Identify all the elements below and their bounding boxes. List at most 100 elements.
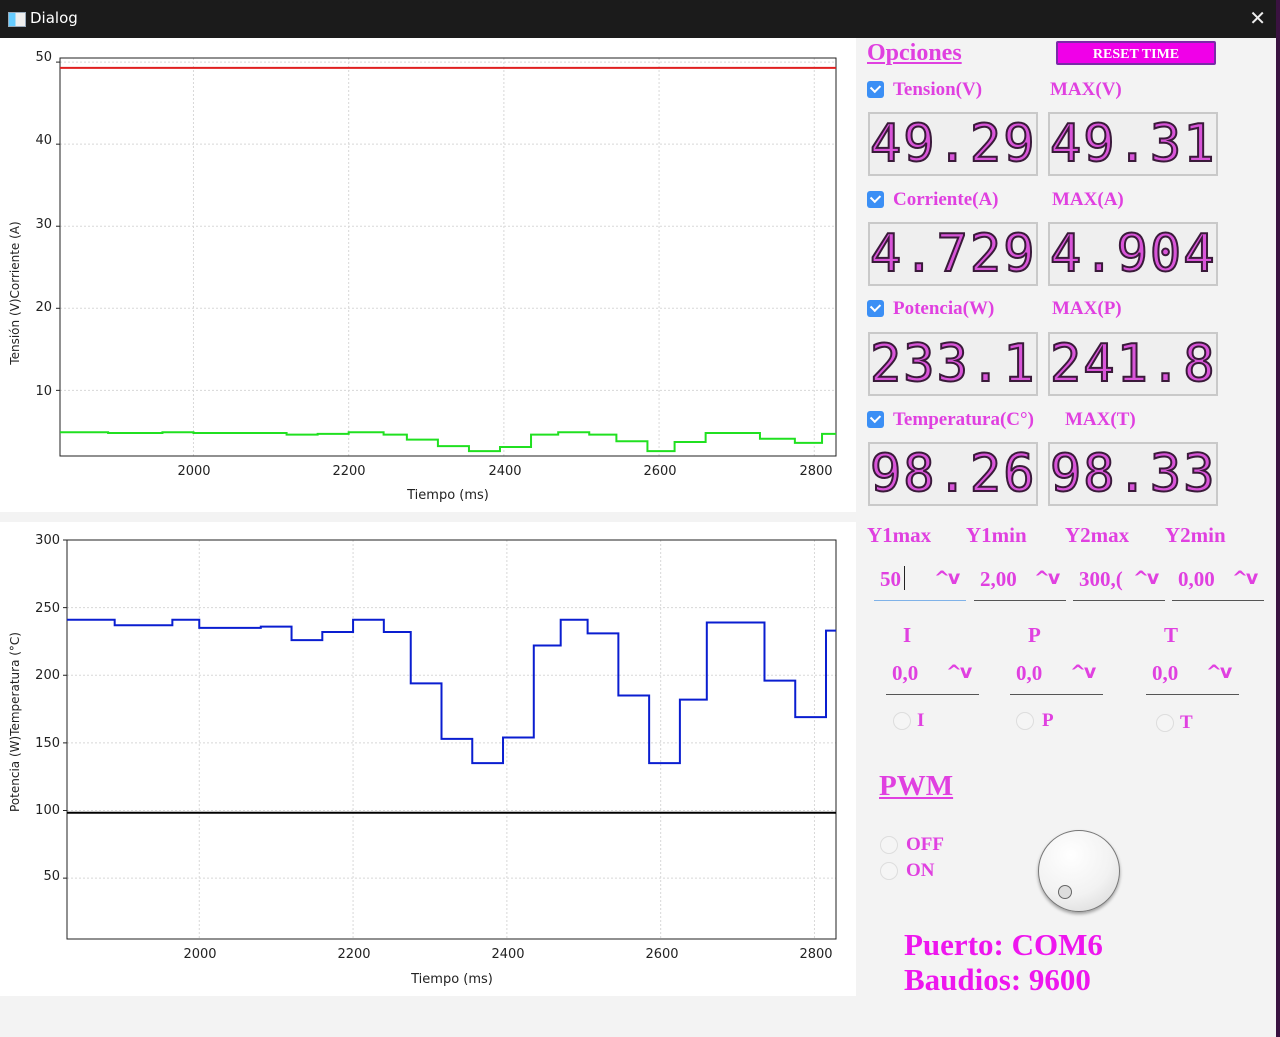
temperatura-checkbox[interactable] [867, 411, 884, 428]
y-axis-label: Tensión (V)Corriente (A) [8, 221, 22, 365]
x-tick-label: 2600 [645, 947, 678, 962]
potencia-checkbox[interactable] [867, 300, 884, 317]
corriente-label: Corriente(A) [893, 189, 999, 210]
y2max-label: Y2max [1065, 523, 1130, 547]
max-t-display: 98.33 [1048, 442, 1218, 506]
alarm-i-label: I [903, 623, 912, 647]
y-tick-label: 100 [35, 803, 60, 818]
close-icon[interactable]: ✕ [1249, 6, 1266, 30]
text-cursor [904, 566, 905, 590]
y1max-spinbox[interactable]: 50 ^v [874, 561, 966, 601]
alarm-i-radio[interactable] [893, 712, 911, 730]
x-axis-label: Tiempo (ms) [406, 488, 489, 503]
temperatura-display: 98.26 [868, 442, 1038, 506]
window-title: Dialog [30, 9, 78, 27]
max-t-label: MAX(T) [1065, 409, 1136, 430]
pwm-dial[interactable] [1038, 830, 1120, 912]
temperatura-label: Temperatura(C°) [893, 409, 1034, 430]
y1min-value[interactable]: 2,00 [980, 567, 1017, 592]
y2min-value[interactable]: 0,00 [1178, 567, 1215, 592]
y2max-value[interactable]: 300,( [1079, 567, 1123, 592]
pwm-header: PWM [879, 770, 954, 802]
spin-arrows-icon[interactable]: ^v [1232, 567, 1258, 589]
y-tick-label: 250 [35, 601, 60, 616]
power-temperature-chart: 300 250 200 150 100 50 2000 2200 2400 26… [0, 522, 856, 996]
tension-label: Tension(V) [893, 79, 983, 100]
title-bar: Dialog ✕ [0, 0, 1276, 38]
spin-arrows-icon[interactable]: ^v [1133, 567, 1159, 589]
y2min-label: Y2min [1165, 523, 1226, 547]
power-temperature-plot: 300 250 200 150 100 50 2000 2200 2400 26… [8, 533, 837, 987]
y-tick-label: 20 [35, 300, 52, 315]
max-v-label: MAX(V) [1050, 79, 1122, 100]
plot-frame [59, 57, 837, 457]
y-tick-label: 10 [35, 384, 52, 399]
corriente-checkbox[interactable] [867, 191, 884, 208]
port-text: Puerto: COM6 [904, 927, 1103, 962]
max-a-label: MAX(A) [1052, 189, 1124, 210]
y1min-spinbox[interactable]: 2,00 ^v [974, 561, 1066, 601]
max-p-display: 241.8 [1048, 332, 1218, 396]
alarm-t-radio[interactable] [1156, 714, 1174, 732]
background-edge [1276, 0, 1280, 1037]
x-tick-label: 2200 [332, 464, 365, 479]
spin-arrows-icon[interactable]: ^v [1070, 661, 1096, 683]
dial-indicator-icon [1058, 885, 1072, 899]
alarm-p-label: P [1028, 623, 1041, 647]
x-tick-label: 2400 [488, 464, 521, 479]
tension-display: 49.29 [868, 112, 1038, 176]
series-line [67, 618, 836, 765]
potencia-display: 233.1 [868, 332, 1038, 396]
y-tick-label: 40 [35, 133, 52, 148]
y1min-label: Y1min [966, 523, 1027, 547]
spin-arrows-icon[interactable]: ^v [1206, 661, 1232, 683]
potencia-label: Potencia(W) [893, 298, 995, 319]
y-tick-label: 30 [35, 217, 52, 232]
dialog-window: Dialog ✕ 50 40 30 20 10 2000 2200 2400 2… [0, 0, 1276, 1037]
alarm-t-spinbox[interactable]: 0,0 ^v [1146, 655, 1239, 695]
y2max-spinbox[interactable]: 300,( ^v [1073, 561, 1165, 601]
y1max-value[interactable]: 50 [880, 567, 901, 592]
spin-arrows-icon[interactable]: ^v [1034, 567, 1060, 589]
x-axis-label: Tiempo (ms) [410, 972, 493, 987]
alarm-i-spinbox[interactable]: 0,0 ^v [886, 655, 979, 695]
app-icon [8, 12, 26, 27]
max-p-label: MAX(P) [1052, 298, 1122, 319]
alarm-i-value[interactable]: 0,0 [892, 661, 918, 686]
voltage-current-plot: 50 40 30 20 10 2000 2200 2400 2600 2800 … [8, 50, 837, 503]
x-tick-label: 2000 [183, 947, 216, 962]
y-tick-label: 200 [35, 668, 60, 683]
options-header: Opciones [867, 40, 962, 66]
max-a-display: 4.904 [1048, 222, 1218, 286]
alarm-i-radio-label: I [917, 710, 925, 731]
baud-text: Baudios: 9600 [904, 962, 1091, 997]
y-tick-label: 150 [35, 736, 60, 751]
tension-checkbox[interactable] [867, 81, 884, 98]
x-tick-label: 2200 [337, 947, 370, 962]
pwm-on-radio[interactable] [880, 862, 898, 880]
alarm-p-radio[interactable] [1016, 712, 1034, 730]
series-line [60, 431, 836, 453]
alarm-t-label: T [1164, 623, 1179, 647]
voltage-current-chart: 50 40 30 20 10 2000 2200 2400 2600 2800 … [0, 38, 856, 512]
y-tick-label: 300 [35, 533, 60, 548]
spin-arrows-icon[interactable]: ^v [934, 567, 960, 589]
alarm-p-spinbox[interactable]: 0,0 ^v [1010, 655, 1103, 695]
alarm-p-radio-label: P [1042, 710, 1054, 731]
reset-time-button[interactable]: RESET TIME [1056, 41, 1216, 65]
pwm-off-radio[interactable] [880, 836, 898, 854]
y-tick-label: 50 [35, 50, 52, 65]
corriente-display: 4.729 [868, 222, 1038, 286]
alarm-t-value[interactable]: 0,0 [1152, 661, 1178, 686]
alarm-p-value[interactable]: 0,0 [1016, 661, 1042, 686]
x-tick-label: 2800 [799, 464, 832, 479]
x-tick-label: 2000 [177, 464, 210, 479]
y1max-label: Y1max [867, 523, 932, 547]
y2min-spinbox[interactable]: 0,00 ^v [1172, 561, 1264, 601]
pwm-off-label: OFF [906, 834, 944, 855]
x-tick-label: 2600 [643, 464, 676, 479]
spin-arrows-icon[interactable]: ^v [946, 661, 972, 683]
x-tick-label: 2800 [799, 947, 832, 962]
max-v-display: 49.31 [1048, 112, 1218, 176]
x-tick-label: 2400 [491, 947, 524, 962]
